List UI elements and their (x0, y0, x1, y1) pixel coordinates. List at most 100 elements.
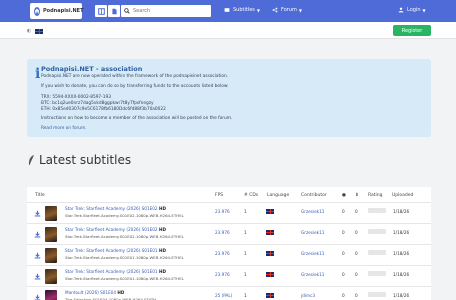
info-title: Podnapisi.NET - association (41, 65, 143, 73)
comments-count: 0 (342, 251, 345, 256)
flag-uk-icon (35, 28, 44, 34)
fps-value[interactable]: 25 (PAL) (215, 293, 232, 298)
release-name: Star.Trek.Starfleet.Academy.S01E02.1080p… (65, 234, 184, 239)
info-line: BTC: bc1q2ue0nrz7dag5vkd8ggpkwr7t8y7fpsf… (41, 101, 154, 106)
search-box[interactable] (121, 5, 211, 17)
uploaded-date: 1/18/26 (393, 272, 410, 277)
info-line: Instructions on how to become a member o… (41, 116, 233, 121)
download-icon[interactable] (34, 231, 41, 238)
column-header-fps[interactable]: FPS (215, 193, 223, 198)
subtitle-title-link[interactable]: Mantoult (2026) S01E04 HD (65, 290, 124, 295)
hd-badge: HD (158, 227, 166, 232)
poster-thumbnail[interactable] (45, 290, 57, 300)
brand-name: Podnapisi.NET (43, 8, 84, 14)
grid-view-button[interactable] (95, 5, 107, 17)
search-icon (124, 8, 130, 14)
uploaded-date: 1/18/26 (393, 293, 410, 298)
heading-text: Latest subtitles (39, 153, 132, 167)
hd-badge: HD (158, 269, 166, 274)
rating-bar (368, 250, 386, 255)
read-more-link[interactable]: Read more on forum. (41, 126, 87, 131)
home-icon (34, 6, 40, 16)
subtitles-menu[interactable]: Subtitles ▼ (224, 7, 260, 13)
poster-thumbnail[interactable] (45, 206, 57, 221)
login-menu[interactable]: Login ▼ (398, 7, 426, 13)
brand-logo[interactable]: Podnapisi.NET (30, 3, 84, 19)
search-input[interactable] (133, 8, 203, 14)
subtitles-icon (224, 8, 230, 12)
language-switcher[interactable]: ◐ (27, 28, 44, 34)
release-name: Star.Trek.Starfleet.Academy.S01E02.1080p… (65, 213, 184, 218)
user-icon (398, 7, 404, 13)
rating-bar (368, 292, 386, 297)
download-icon[interactable] (34, 210, 41, 217)
column-header-comments-icon[interactable]: ● (342, 193, 346, 198)
download-icon[interactable] (34, 294, 41, 300)
download-icon[interactable] (34, 252, 41, 259)
subtitle-title: Star Trek: Starfleet Academy (2026) S01E… (65, 206, 158, 211)
fps-value[interactable]: 23.976 (215, 230, 230, 235)
subtitle-title-link[interactable]: Star Trek: Starfleet Academy (2026) S01E… (65, 248, 166, 253)
contributor-link[interactable]: Grzesiek11 (301, 209, 324, 214)
rating-bar (368, 271, 386, 276)
uploaded-date: 1/18/26 (393, 209, 410, 214)
subtitles-menu-label: Subtitles (233, 7, 255, 13)
column-header-cds[interactable]: # CDs (244, 193, 258, 198)
flag-uk-icon (266, 230, 274, 235)
forum-menu[interactable]: Forum ▼ (272, 7, 302, 13)
flag-uk-icon (266, 209, 274, 214)
downloads-count: 0 (355, 272, 358, 277)
subtitle-title: Star Trek: Starfleet Academy (2026) S01E… (65, 227, 158, 232)
subtitle-title: Star Trek: Starfleet Academy (2026) S01E… (65, 248, 158, 253)
contributor-link[interactable]: Grzesiek11 (301, 272, 324, 277)
list-view-button[interactable] (108, 5, 120, 17)
rating-bar (368, 229, 386, 234)
release-name: Star.Trek.Starfleet.Academy.S01E01.1080p… (65, 255, 184, 260)
info-line: TRX: 5594-XXXX-0002-8597-193 (41, 95, 111, 100)
subtitle-title-link[interactable]: Star Trek: Starfleet Academy (2026) S01E… (65, 227, 166, 232)
chevron-down-icon: ▼ (298, 7, 302, 13)
chevron-down-icon: ▼ (256, 7, 260, 13)
column-header-rating[interactable]: Rating (368, 193, 383, 198)
forum-icon (272, 7, 278, 13)
fps-value[interactable]: 23.976 (215, 251, 230, 256)
contributor-link[interactable]: Grzesiek11 (301, 251, 324, 256)
register-button[interactable]: Register (393, 25, 431, 36)
comments-count: 0 (342, 272, 345, 277)
subtitle-title-link[interactable]: Star Trek: Starfleet Academy (2026) S01E… (65, 206, 166, 211)
cds-value: 1 (244, 272, 247, 277)
column-header-title[interactable]: Title (35, 193, 45, 198)
table-row[interactable]: Star Trek: Starfleet Academy (2026) S01E… (27, 223, 431, 244)
fps-value[interactable]: 23.976 (215, 209, 230, 214)
column-header-downloads-icon[interactable]: ⬇ (355, 193, 359, 198)
subtitle-title: Star Trek: Starfleet Academy (2026) S01E… (65, 269, 158, 274)
top-navbar: Podnapisi.NET Subtitles ▼ Forum ▼ Login … (0, 0, 456, 22)
chevron-down-icon: ▼ (422, 7, 426, 13)
download-icon[interactable] (34, 273, 41, 280)
contributor-link[interactable]: jdimc3 (301, 293, 315, 298)
subtitle-title: Mantoult (2026) S01E04 (65, 290, 117, 295)
uploaded-date: 1/18/26 (393, 230, 410, 235)
poster-thumbnail[interactable] (45, 248, 57, 263)
release-name: Star.Trek.Starfleet.Academy.S01E01.1080p… (65, 276, 184, 281)
register-button-label: Register (401, 27, 423, 34)
column-header-language[interactable]: Language (267, 193, 289, 198)
flag-uk-icon (266, 272, 274, 277)
info-icon: i (35, 66, 41, 82)
info-line: If you wish to donate, you can do so by … (41, 84, 229, 89)
table-row[interactable]: Star Trek: Starfleet Academy (2026) S01E… (27, 244, 431, 265)
grid-icon (97, 7, 105, 15)
subtitle-title-link[interactable]: Star Trek: Starfleet Academy (2026) S01E… (65, 269, 166, 274)
flag-uk-icon (266, 251, 274, 256)
table-row[interactable]: Star Trek: Starfleet Academy (2026) S01E… (27, 202, 431, 223)
table-row[interactable]: Star Trek: Starfleet Academy (2026) S01E… (27, 265, 431, 286)
column-header-uploaded[interactable]: Uploaded (392, 193, 413, 198)
poster-thumbnail[interactable] (45, 269, 57, 284)
poster-thumbnail[interactable] (45, 227, 57, 242)
column-header-contributor[interactable]: Contributor (301, 193, 327, 198)
downloads-count: 0 (355, 209, 358, 214)
table-row[interactable]: Mantoult (2026) S01E04 HD The.Selection.… (27, 286, 431, 300)
fps-value[interactable]: 23.976 (215, 272, 230, 277)
cds-value: 1 (244, 251, 247, 256)
contributor-link[interactable]: Grzesiek11 (301, 230, 324, 235)
